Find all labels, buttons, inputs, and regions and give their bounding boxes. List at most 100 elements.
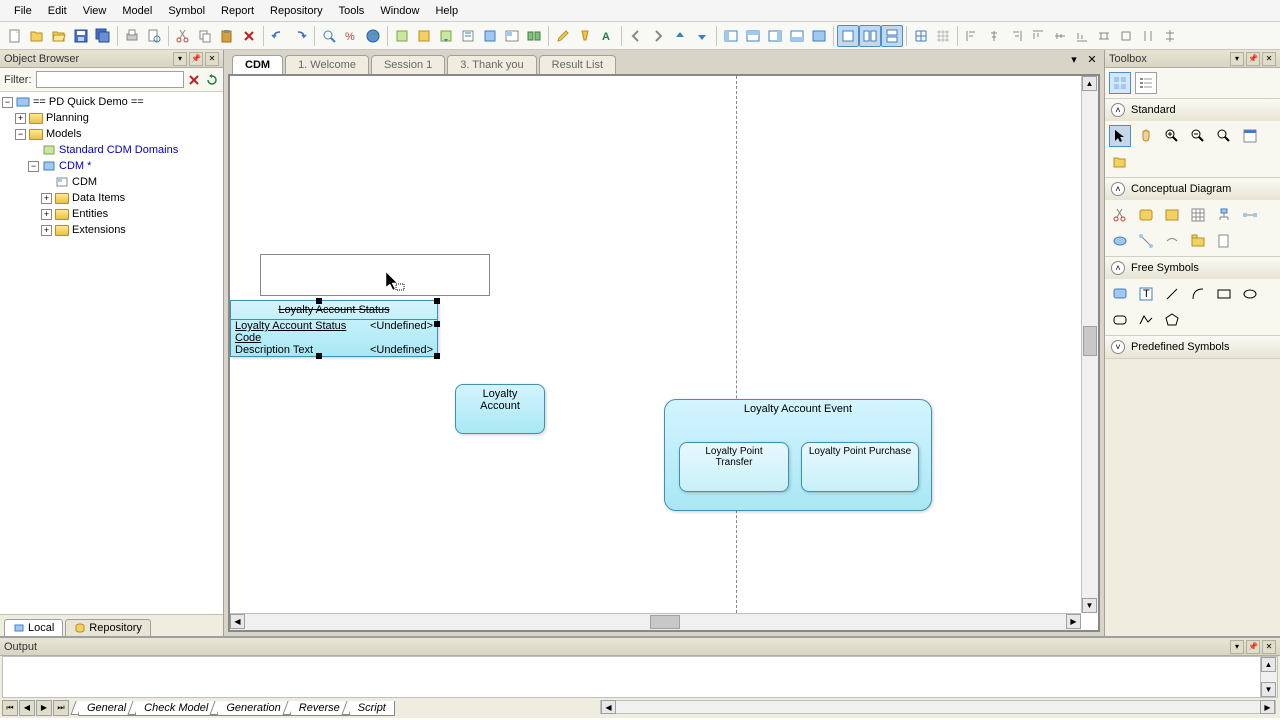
menu-tools[interactable]: Tools	[331, 2, 373, 20]
view-mode-1-icon[interactable]	[837, 25, 859, 47]
folder-icon[interactable]	[48, 25, 70, 47]
palette-grid-icon[interactable]	[1109, 72, 1131, 94]
output-tab-general[interactable]: General	[78, 701, 135, 716]
vertical-scrollbar[interactable]: ▲ ▼	[1081, 76, 1098, 613]
tool-entity2-icon[interactable]	[1161, 204, 1183, 226]
align-7-icon[interactable]	[1093, 25, 1115, 47]
tool-polygon-icon[interactable]	[1161, 309, 1183, 331]
entity-loyalty-point-transfer[interactable]: Loyalty Point Transfer	[679, 442, 789, 492]
print-preview-icon[interactable]	[143, 25, 165, 47]
output-hscroll[interactable]: ◀ ▶	[600, 700, 1276, 714]
doc-tab-welcome[interactable]: 1. Welcome	[285, 55, 369, 74]
resize-handle[interactable]	[434, 298, 440, 304]
tool-inherit-icon[interactable]	[1213, 204, 1235, 226]
copy-icon[interactable]	[194, 25, 216, 47]
tb-btn-4[interactable]	[457, 25, 479, 47]
menu-repository[interactable]: Repository	[262, 2, 331, 20]
output-tab-checkmodel[interactable]: Check Model	[135, 701, 217, 716]
diagram-canvas[interactable]: Loyalty Account Status Loyalty Account S…	[228, 74, 1100, 632]
undo-icon[interactable]	[267, 25, 289, 47]
align-2-icon[interactable]	[983, 25, 1005, 47]
tab-nav-last-icon[interactable]: ⏭	[53, 700, 69, 716]
menu-view[interactable]: View	[75, 2, 115, 20]
align-10-icon[interactable]	[1159, 25, 1181, 47]
section-header-predefined[interactable]: ˅ Predefined Symbols	[1105, 336, 1280, 358]
align-8-icon[interactable]	[1115, 25, 1137, 47]
menu-file[interactable]: File	[6, 2, 40, 20]
tab-nav-first-icon[interactable]: ⏮	[2, 700, 18, 716]
align-9-icon[interactable]	[1137, 25, 1159, 47]
panel-pin-icon[interactable]: 📌	[1246, 640, 1260, 654]
resize-handle[interactable]	[316, 353, 322, 359]
output-tab-reverse[interactable]: Reverse	[290, 701, 349, 716]
scroll-right-icon[interactable]: ▶	[1260, 700, 1275, 714]
expander-icon[interactable]: −	[2, 97, 13, 108]
resize-handle[interactable]	[434, 321, 440, 327]
output-tab-script[interactable]: Script	[349, 701, 395, 716]
layout-4-icon[interactable]	[786, 25, 808, 47]
tool-hand-icon[interactable]	[1135, 125, 1157, 147]
tree-planning[interactable]: + Planning	[2, 110, 221, 126]
horizontal-scrollbar[interactable]: ◀ ▶	[230, 613, 1081, 630]
align-6-icon[interactable]	[1071, 25, 1093, 47]
tree-data-items[interactable]: + Data Items	[2, 190, 221, 206]
scroll-down-icon[interactable]: ▼	[1261, 682, 1276, 697]
mesh-icon[interactable]	[932, 25, 954, 47]
output-tab-generation[interactable]: Generation	[217, 701, 289, 716]
scroll-left-icon[interactable]: ◀	[230, 614, 245, 629]
panel-pin-icon[interactable]: 📌	[189, 52, 203, 66]
tree-root[interactable]: − == PD Quick Demo ==	[2, 94, 221, 110]
align-4-icon[interactable]	[1027, 25, 1049, 47]
expander-icon[interactable]: −	[15, 129, 26, 140]
tab-nav-next-icon[interactable]: ▶	[36, 700, 52, 716]
tb-btn-5[interactable]	[479, 25, 501, 47]
tool-properties-icon[interactable]	[1239, 125, 1261, 147]
tool-rect-icon[interactable]	[1213, 283, 1235, 305]
expander-icon[interactable]: +	[41, 209, 52, 220]
section-header-free[interactable]: ˄ Free Symbols	[1105, 257, 1280, 279]
tree-cdm-star[interactable]: − CDM *	[2, 158, 221, 174]
doc-tab-session1[interactable]: Session 1	[371, 55, 445, 74]
tree-std-domains[interactable]: Standard CDM Domains	[2, 142, 221, 158]
tab-local[interactable]: Local	[4, 619, 63, 636]
nav-back-icon[interactable]	[625, 25, 647, 47]
menu-symbol[interactable]: Symbol	[160, 2, 213, 20]
filter-input[interactable]	[36, 71, 184, 88]
align-1-icon[interactable]	[961, 25, 983, 47]
tool-assoc-icon[interactable]	[1109, 230, 1131, 252]
view-mode-3-icon[interactable]	[881, 25, 903, 47]
tb-btn-6[interactable]	[501, 25, 523, 47]
section-header-standard[interactable]: ˄ Standard	[1105, 99, 1280, 121]
entity-loyalty-point-purchase[interactable]: Loyalty Point Purchase	[801, 442, 919, 492]
tool-zoom-fit-icon[interactable]	[1213, 125, 1235, 147]
tb-btn-1[interactable]	[391, 25, 413, 47]
text-icon[interactable]: A	[596, 25, 618, 47]
expander-icon[interactable]: −	[28, 161, 39, 172]
scroll-up-icon[interactable]: ▲	[1082, 76, 1097, 91]
align-5-icon[interactable]	[1049, 25, 1071, 47]
cut-icon[interactable]	[172, 25, 194, 47]
scroll-up-icon[interactable]: ▲	[1261, 657, 1276, 672]
find-icon[interactable]	[318, 25, 340, 47]
globe-icon[interactable]	[362, 25, 384, 47]
tool-text-icon[interactable]: T	[1135, 283, 1157, 305]
tool-open-icon[interactable]	[1109, 151, 1131, 173]
filter-refresh-icon[interactable]	[205, 72, 219, 88]
nav-fwd-icon[interactable]	[647, 25, 669, 47]
tb-btn-7[interactable]	[523, 25, 545, 47]
palette-list-icon[interactable]	[1135, 72, 1157, 94]
percent-icon[interactable]: %	[340, 25, 362, 47]
tab-dropdown-icon[interactable]: ▾	[1066, 52, 1082, 68]
tb-btn-3[interactable]	[435, 25, 457, 47]
tool-arc-icon[interactable]	[1187, 283, 1209, 305]
scroll-down-icon[interactable]: ▼	[1082, 598, 1097, 613]
menu-report[interactable]: Report	[213, 2, 262, 20]
tool-note-icon[interactable]	[1109, 283, 1131, 305]
tool-table-icon[interactable]	[1187, 204, 1209, 226]
tool-ellipse-icon[interactable]	[1239, 283, 1261, 305]
filter-clear-icon[interactable]	[188, 72, 202, 88]
resize-handle[interactable]	[316, 298, 322, 304]
panel-close-icon[interactable]: ✕	[1262, 52, 1276, 66]
panel-dropdown-icon[interactable]: ▾	[1230, 52, 1244, 66]
output-content[interactable]: ▲ ▼	[2, 656, 1278, 698]
